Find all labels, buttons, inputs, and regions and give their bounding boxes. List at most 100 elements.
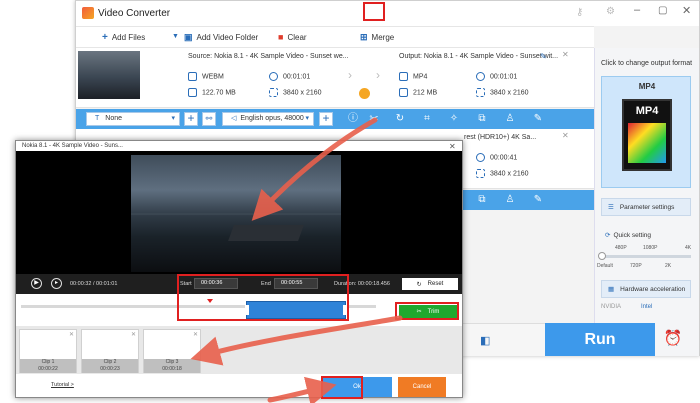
run-button[interactable]: Run xyxy=(545,323,655,356)
out-format: MP4 xyxy=(399,72,427,81)
crop-icon[interactable]: ⌗ xyxy=(421,113,433,125)
reset-button[interactable]: ↻ Reset xyxy=(402,278,458,290)
tick-label: 4K xyxy=(685,245,692,251)
hw-accel-label: Hardware acceleration xyxy=(620,285,686,293)
next-frame-icon[interactable]: ▸ xyxy=(51,278,62,289)
src-size: 122.70 MB xyxy=(188,88,236,97)
clear-label: Clear xyxy=(287,32,307,42)
minimize-icon[interactable]: – xyxy=(634,4,640,16)
edit-output-name-icon[interactable]: ✎ xyxy=(540,52,547,61)
out-resolution: 3840 x 2160 xyxy=(476,169,529,178)
settings-icon[interactable]: ⚙ xyxy=(606,6,615,17)
output-folder-icon[interactable]: ◧ xyxy=(480,334,490,347)
format-label: MP4 xyxy=(638,82,656,91)
parameter-settings-label: Parameter settings xyxy=(619,203,675,211)
maximize-icon[interactable]: ▢ xyxy=(658,5,667,16)
user-icon[interactable]: ♙ xyxy=(504,194,516,206)
output-title: Output: Nokia 8.1 - 4K Sample Video - Su… xyxy=(399,53,559,60)
merge-button[interactable]: ⊞ Merge xyxy=(360,32,394,43)
file-size-icon xyxy=(399,88,408,97)
trim-tool-highlight xyxy=(363,2,385,21)
convert-arrow-icon: › xyxy=(376,68,380,82)
text-icon: T xyxy=(95,115,100,122)
clip-label: Clip 2 00:00:23 xyxy=(82,359,138,373)
watermark-icon[interactable]: ⧉ xyxy=(476,194,488,206)
subtitle-link-button[interactable]: ⚯ xyxy=(202,112,216,126)
toolbar: + Add Files ▼ ▣ Add Video Folder ■ Clear… xyxy=(76,26,594,48)
speaker-icon: ◁ xyxy=(231,115,237,122)
hardware-acceleration-button[interactable]: ▦ Hardware acceleration xyxy=(601,280,691,298)
remove-clip-icon[interactable]: ✕ xyxy=(69,331,74,338)
source-title: Source: Nokia 8.1 - 4K Sample Video - Su… xyxy=(188,53,349,60)
clear-button[interactable]: ■ Clear xyxy=(278,32,307,42)
dialog-title: Nokia 8.1 - 4K Sample Video - Suns... xyxy=(22,143,123,149)
out-size: 212 MB xyxy=(399,88,437,97)
slider-handle[interactable] xyxy=(598,252,606,260)
remove-clip-icon[interactable]: ✕ xyxy=(193,331,198,338)
quick-setting-label: ⟳ Quick setting xyxy=(605,232,652,239)
alarm-clock-icon[interactable]: ⏰ xyxy=(663,329,683,349)
convert-arrow-icon: › xyxy=(348,68,352,82)
hw-vendors: NVIDIA Intel xyxy=(601,304,652,310)
film-reel-graphic xyxy=(628,123,666,163)
edit-icon[interactable]: ✎ xyxy=(532,113,544,125)
resolution-icon xyxy=(476,88,485,97)
tick-label: 480P xyxy=(615,245,627,251)
remove-file-icon[interactable]: ✕ xyxy=(562,131,569,140)
playback-time: 00:00:32 / 00:01:01 xyxy=(70,281,118,287)
chevron-down-icon: ▾ xyxy=(305,115,309,122)
trim-dialog: Nokia 8.1 - 4K Sample Video - Suns... ✕ … xyxy=(15,140,463,398)
edit-icon[interactable]: ✎ xyxy=(532,194,544,206)
boat-shape xyxy=(228,225,304,241)
chip-icon: ▦ xyxy=(608,286,615,293)
nvidia-logo: NVIDIA xyxy=(601,304,622,310)
cancel-button[interactable]: Cancel xyxy=(398,377,446,397)
reset-icon: ↻ xyxy=(416,281,422,288)
clock-icon xyxy=(476,72,485,81)
clip-item[interactable]: ✕ Clip 2 00:00:23 xyxy=(81,329,139,373)
remove-file-icon[interactable]: ✕ xyxy=(562,50,569,59)
quality-slider[interactable] xyxy=(601,255,691,258)
file-row[interactable]: Source: Nokia 8.1 - 4K Sample Video - Su… xyxy=(76,48,594,108)
add-video-folder-button[interactable]: ▣ Add Video Folder xyxy=(184,32,258,43)
key-icon[interactable]: ⚷ xyxy=(576,7,583,18)
tutorial-link[interactable]: Tutorial > xyxy=(51,382,74,388)
merge-icon: ⊞ xyxy=(360,32,368,42)
file-size-icon xyxy=(188,88,197,97)
output-panel: Click to change output format MP4 MP4 ☰ … xyxy=(594,48,699,356)
trim-button-highlight xyxy=(395,302,459,320)
tick-label: 2K xyxy=(665,263,672,269)
ok-button-highlight xyxy=(321,376,363,399)
remove-clip-icon[interactable]: ✕ xyxy=(131,331,136,338)
format-icon xyxy=(188,72,197,81)
audio-track-select[interactable]: ◁ English opus, 48000 ▾ xyxy=(222,112,314,126)
rotate-icon[interactable]: ↻ xyxy=(394,113,406,125)
add-files-button[interactable]: + Add Files xyxy=(102,32,145,43)
clip-label: Clip 3 00:00:18 xyxy=(144,359,200,373)
output-format-selector[interactable]: MP4 MP4 xyxy=(601,76,691,188)
parameter-settings-button[interactable]: ☰ Parameter settings xyxy=(601,198,691,216)
resolution-icon xyxy=(269,88,278,97)
watermark-icon[interactable]: ⧉ xyxy=(476,113,488,125)
close-icon[interactable]: ✕ xyxy=(449,142,456,151)
add-subtitle-button[interactable]: + xyxy=(184,112,198,126)
trash-icon: ■ xyxy=(278,32,284,42)
tick-label: 1080P xyxy=(643,245,658,251)
play-icon[interactable]: ▶ xyxy=(31,278,42,289)
clip-item[interactable]: ✕ Clip 1 00:00:22 xyxy=(19,329,77,373)
src-format: WEBM xyxy=(188,72,224,81)
close-icon[interactable]: ✕ xyxy=(682,4,691,17)
user-icon[interactable]: ♙ xyxy=(504,113,516,125)
effects-icon[interactable]: ✧ xyxy=(448,113,460,125)
edit-toolbar: T None ▾ + ⚯ ◁ English opus, 48000 ▾ + ⓘ ✂ ↻… xyxy=(76,109,594,129)
tick-label: 720P xyxy=(630,263,642,269)
trim-tool-icon[interactable]: ✂ xyxy=(368,113,380,125)
folder-icon: ▣ xyxy=(184,32,193,42)
add-files-dropdown-icon[interactable]: ▼ xyxy=(172,33,179,40)
intel-logo: Intel xyxy=(641,304,653,310)
add-audio-button[interactable]: + xyxy=(319,112,333,126)
subtitle-select[interactable]: T None ▾ xyxy=(86,112,180,126)
clip-item[interactable]: ✕ Clip 3 00:00:18 xyxy=(143,329,201,373)
info-icon[interactable]: ⓘ xyxy=(347,113,359,125)
sliders-icon: ☰ xyxy=(608,204,614,211)
